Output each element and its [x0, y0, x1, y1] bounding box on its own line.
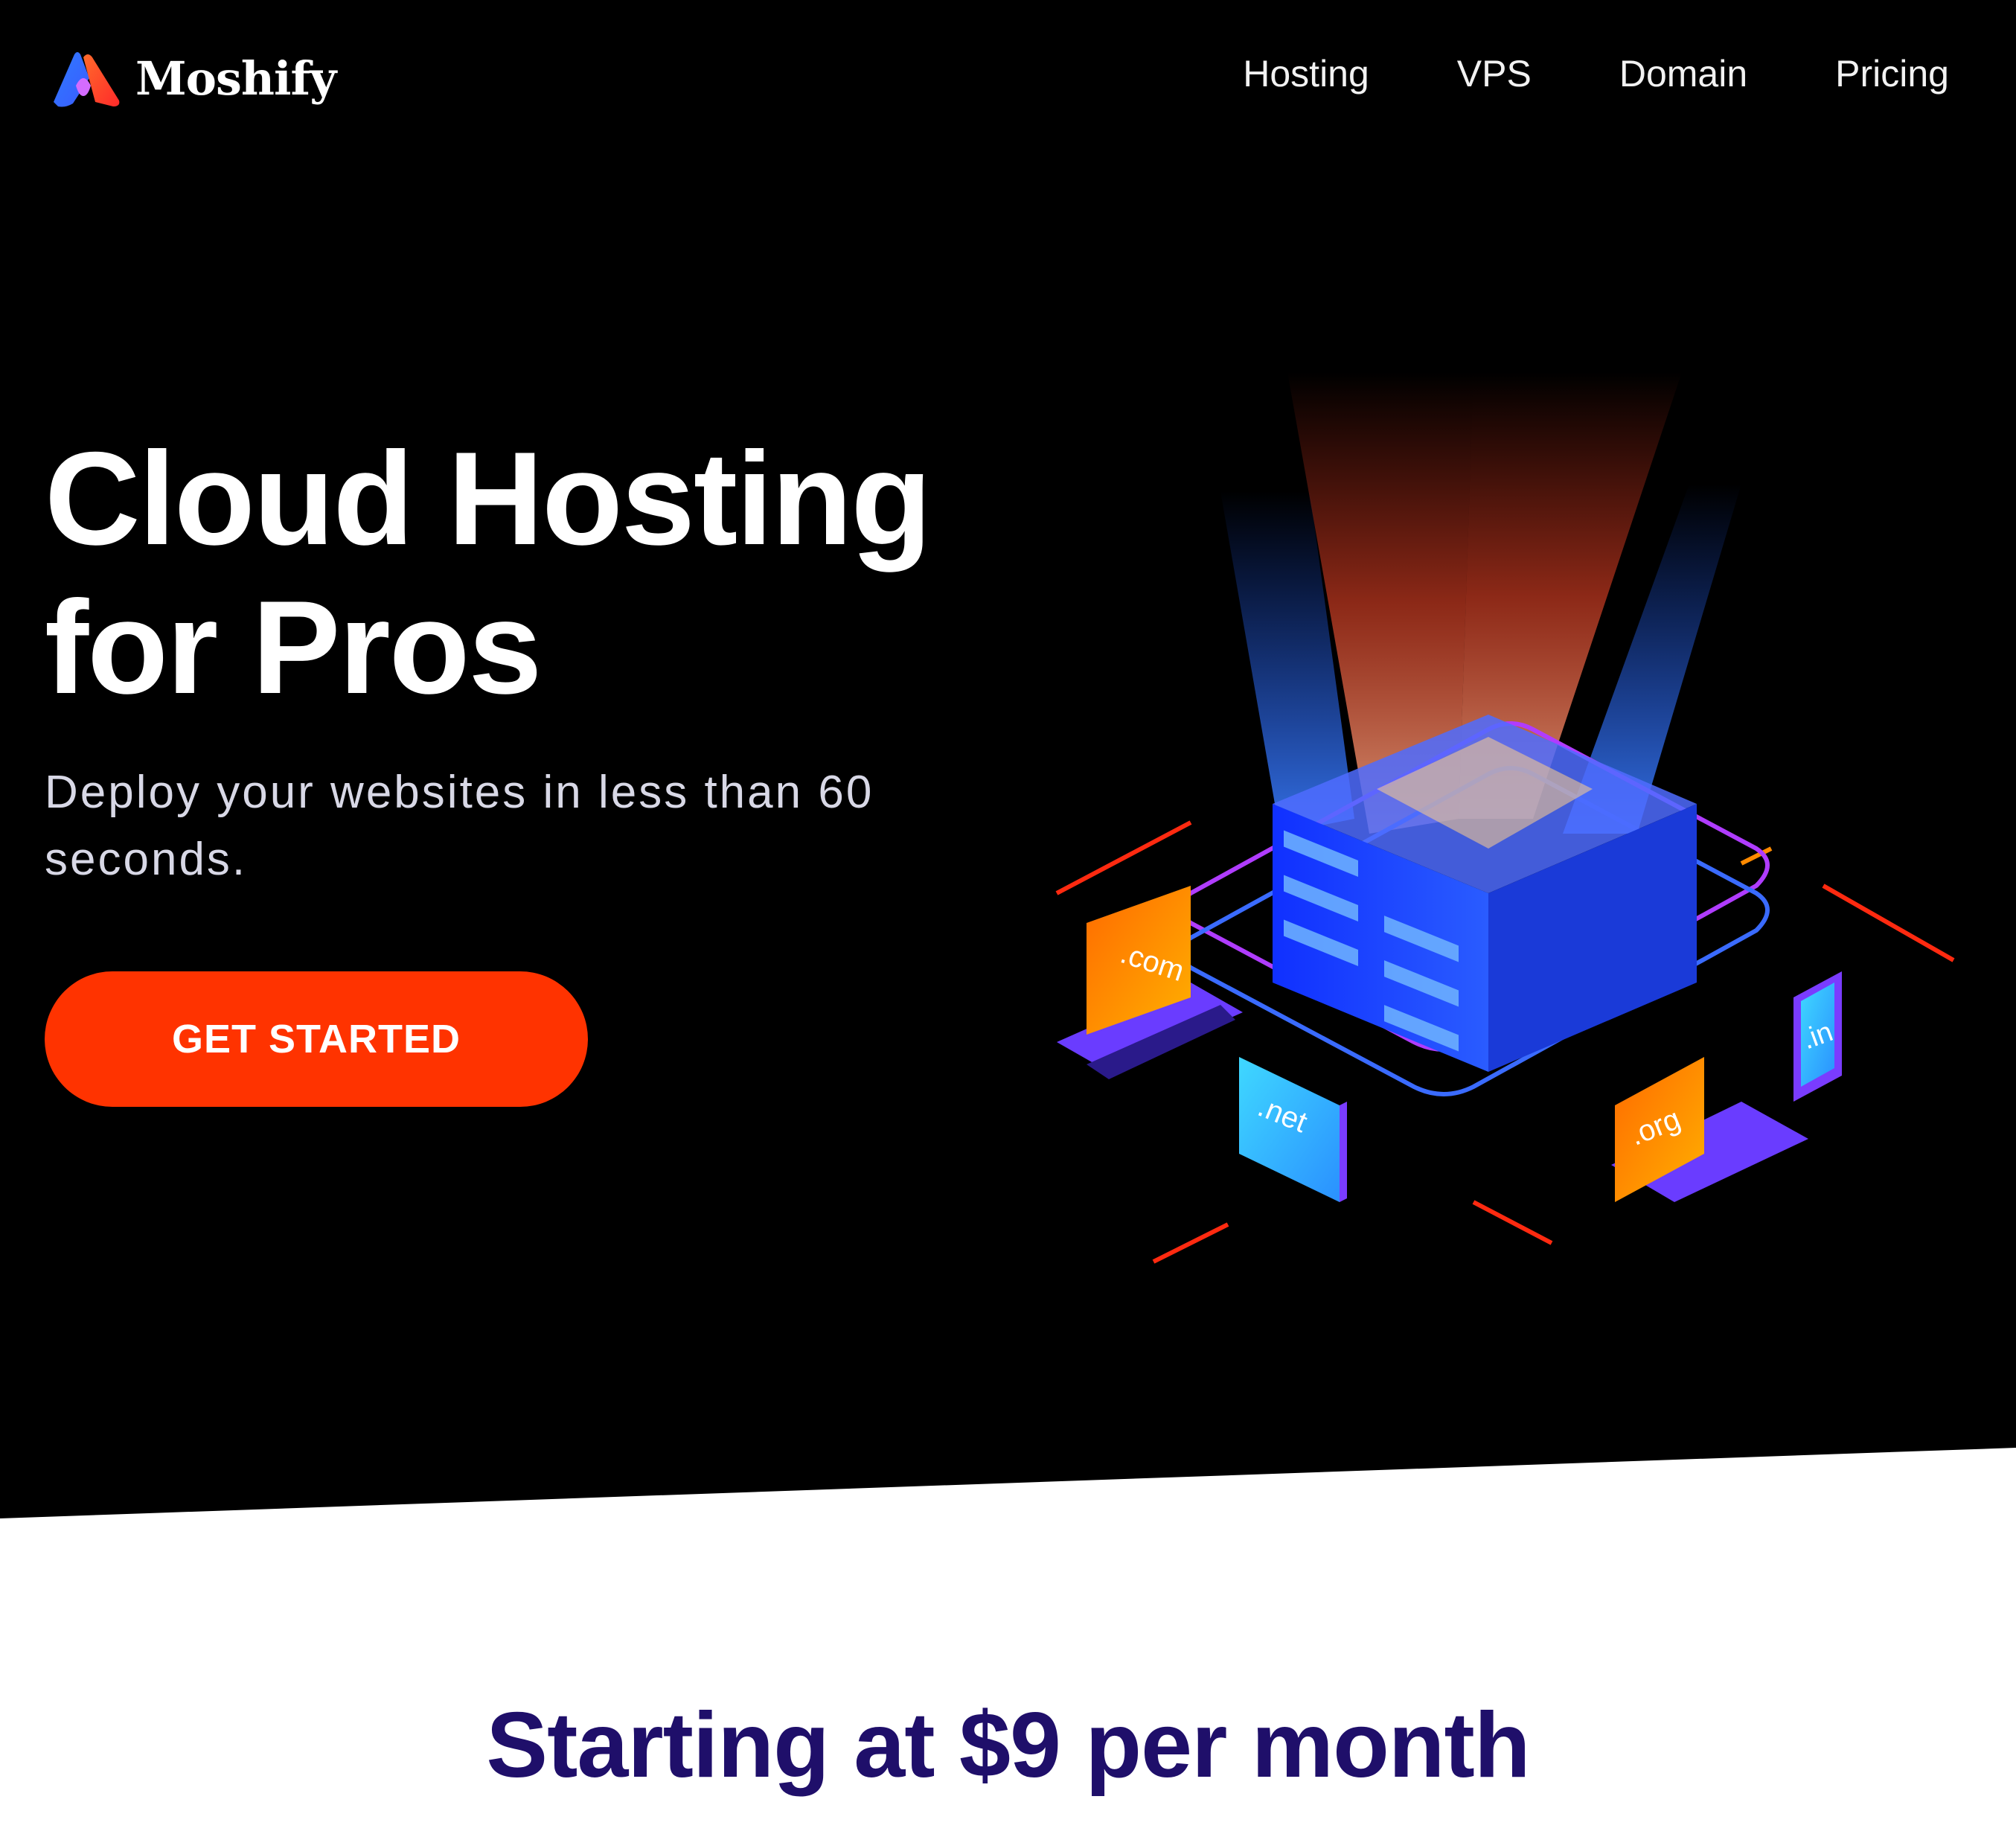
page: Moshify Hosting VPS Domain Pricing Cloud…: [0, 0, 2016, 1840]
nav-item-vps[interactable]: VPS: [1457, 46, 1532, 101]
nav-item-pricing[interactable]: Pricing: [1835, 46, 1949, 101]
brand-logo[interactable]: Moshify: [51, 45, 336, 112]
brand-name: Moshify: [135, 51, 336, 106]
main-nav: Hosting VPS Domain Pricing: [1155, 46, 1949, 101]
pricing-title: Starting at $9 per month: [486, 1694, 1530, 1797]
hero-title-line-2: for Pros: [45, 573, 542, 721]
tablet-net-graphic: .net: [1239, 1057, 1347, 1202]
server-cluster-graphic: .com .net .org .in: [1055, 372, 1955, 1264]
moshify-logo-icon: [54, 52, 120, 107]
laptop-org-graphic: .org: [1611, 1057, 1808, 1202]
server-illustration: .com .net .org .in: [997, 372, 1980, 1340]
get-started-button[interactable]: GET STARTED: [45, 971, 588, 1107]
nav-item-hosting[interactable]: Hosting: [1243, 46, 1369, 101]
hero-title-line-1: Cloud Hosting: [45, 424, 932, 572]
nav-item-domain[interactable]: Domain: [1619, 46, 1747, 101]
hero-subtitle: Deploy your websites in less than 60 sec…: [45, 767, 874, 885]
hero-title: Cloud Hosting for Pros: [45, 424, 932, 722]
phone-in-graphic: .in: [1793, 971, 1842, 1102]
